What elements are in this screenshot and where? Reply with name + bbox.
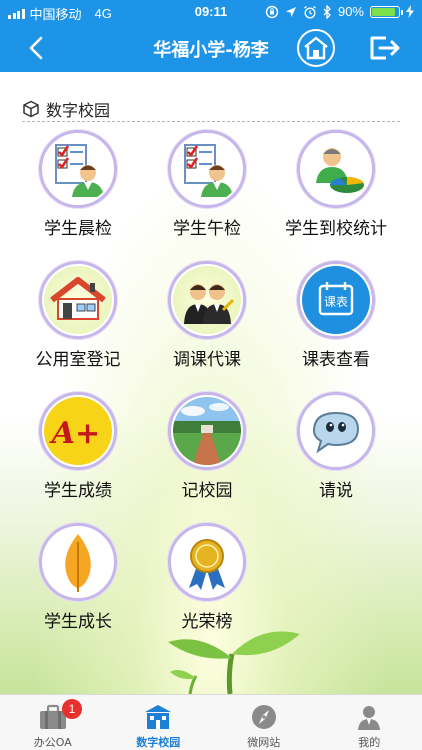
compass-icon	[249, 703, 279, 731]
tile-label: 学生晨检	[44, 219, 112, 239]
app-grid: 学生晨检 学生午检 学生到校统计 公用室登记 调课代课 课表 课表查看 A+ 学…	[14, 130, 408, 632]
tab-micro-site[interactable]: 微网站	[211, 695, 317, 750]
tile-label: 调课代课	[173, 350, 241, 370]
tile-morning-check[interactable]: 学生晨检	[14, 130, 142, 239]
cube-icon	[23, 100, 39, 117]
grades-icon-text: A+	[49, 416, 100, 451]
public-room-icon	[44, 266, 112, 334]
tab-label: 我的	[358, 736, 381, 749]
substitute-class-icon	[173, 266, 241, 334]
tile-label: 学生成绩	[44, 481, 112, 501]
tile-label: 请说	[319, 481, 353, 501]
tile-schedule[interactable]: 课表 课表查看	[272, 261, 400, 370]
tab-digital-campus[interactable]: 数字校园	[106, 695, 212, 750]
campus-photo-icon	[173, 397, 241, 465]
rotation-lock-icon	[265, 5, 279, 18]
tile-noon-check[interactable]: 学生午检	[143, 130, 271, 239]
tab-label: 微网站	[247, 736, 281, 749]
tile-grades[interactable]: A+ 学生成绩	[14, 392, 142, 501]
tab-label: 办公OA	[33, 736, 72, 749]
tile-label: 学生到校统计	[285, 219, 387, 239]
school-icon	[143, 703, 173, 731]
page-title: 华福小学-杨李	[153, 40, 269, 61]
status-bar: 中国移动 4G 09:11 90%	[0, 0, 422, 24]
schedule-icon: 课表	[302, 266, 370, 334]
morning-check-icon	[44, 135, 112, 203]
home-icon	[304, 36, 328, 60]
section-header: 数字校园	[22, 96, 400, 122]
honor-medal-icon	[173, 528, 241, 596]
bluetooth-icon	[323, 4, 331, 19]
tile-label: 学生午检	[173, 219, 241, 239]
tile-public-room[interactable]: 公用室登记	[14, 261, 142, 370]
grades-icon: A+	[44, 397, 112, 465]
tab-mine[interactable]: 我的	[317, 695, 422, 750]
tile-campus-photo[interactable]: 记校园	[143, 392, 271, 501]
tile-substitute-class[interactable]: 调课代课	[143, 261, 271, 370]
tile-label: 公用室登记	[35, 350, 121, 370]
location-icon	[285, 6, 296, 17]
notification-badge: 1	[62, 699, 82, 719]
tile-growth[interactable]: 学生成长	[14, 523, 142, 632]
battery-icon	[370, 5, 403, 18]
tile-label: 学生成长	[44, 612, 112, 632]
tile-label: 记校园	[181, 481, 233, 501]
tile-arrival-stats[interactable]: 学生到校统计	[272, 130, 400, 239]
sprout-decoration	[168, 631, 300, 694]
tile-speech[interactable]: 请说	[272, 392, 400, 501]
section-title: 数字校园	[46, 100, 111, 120]
noon-check-icon	[173, 135, 241, 203]
tab-office-oa[interactable]: 1 办公OA	[0, 695, 106, 750]
schedule-icon-text: 课表	[324, 295, 348, 309]
speech-bubble-icon	[302, 397, 370, 465]
leaf-icon	[44, 528, 112, 596]
nav-bar: 华福小学-杨李	[0, 24, 422, 72]
person-icon	[354, 703, 384, 731]
logout-button[interactable]	[368, 34, 402, 62]
tab-label: 数字校园	[136, 736, 181, 749]
tab-bar: 1 办公OA 数字校园 微网站 我的	[0, 694, 422, 750]
tile-label: 课表查看	[302, 350, 370, 370]
main-content: 数字校园 学生晨检 学生午检 学生到校统计 公用室登记 调课代课 课表 课表查看…	[0, 72, 422, 694]
home-button[interactable]	[297, 29, 335, 67]
battery-percent: 90%	[337, 4, 364, 19]
arrival-stats-icon	[302, 135, 370, 203]
charging-icon	[406, 5, 414, 18]
alarm-icon	[304, 5, 316, 19]
logout-icon	[370, 36, 400, 60]
